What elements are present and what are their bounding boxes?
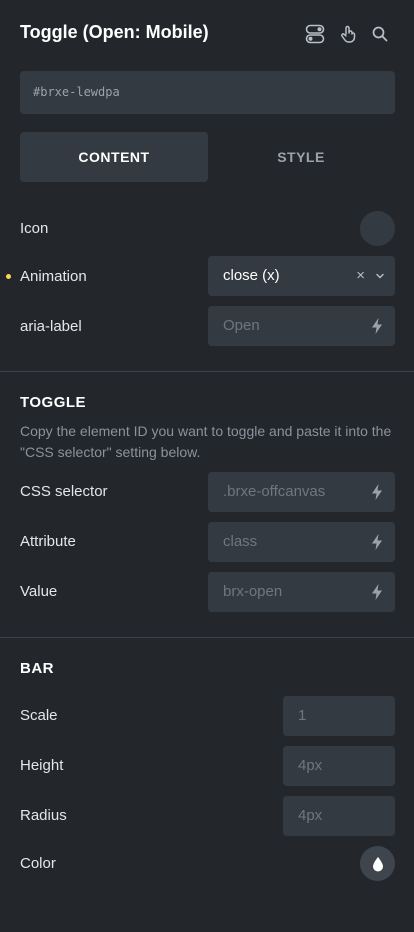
tab-content[interactable]: CONTENT bbox=[20, 132, 208, 182]
section-divider bbox=[0, 637, 414, 638]
height-label: Height bbox=[20, 757, 64, 774]
value-input[interactable]: brx-open bbox=[208, 572, 395, 612]
aria-label-label: aria-label bbox=[20, 318, 82, 335]
css-selector-placeholder: .brxe-offcanvas bbox=[223, 483, 326, 500]
panel-tabs: CONTENT STYLE bbox=[20, 132, 395, 182]
icon-picker-button[interactable] bbox=[360, 211, 395, 246]
hand-pointer-icon[interactable] bbox=[337, 23, 359, 45]
modified-indicator-dot bbox=[6, 274, 11, 279]
clear-icon[interactable]: × bbox=[356, 256, 365, 296]
radius-label: Radius bbox=[20, 807, 67, 824]
panel-header: Toggle (Open: Mobile) bbox=[0, 0, 414, 68]
animation-label: Animation bbox=[20, 268, 87, 285]
radius-input[interactable]: 4px bbox=[283, 796, 395, 836]
panel-title: Toggle (Open: Mobile) bbox=[20, 22, 209, 42]
animation-select[interactable]: close (x) × bbox=[208, 256, 395, 296]
icon-label: Icon bbox=[20, 220, 49, 237]
toggle-switch-icon[interactable] bbox=[304, 23, 326, 45]
tab-style[interactable]: STYLE bbox=[207, 132, 395, 182]
bar-section-title: BAR bbox=[20, 660, 54, 677]
element-id-field[interactable]: #brxe-lewdpa bbox=[20, 71, 395, 114]
chevron-down-icon bbox=[376, 273, 384, 279]
animation-select-value: close (x) bbox=[223, 267, 280, 284]
toggle-description: Copy the element ID you want to toggle a… bbox=[20, 423, 392, 460]
scale-label: Scale bbox=[20, 707, 58, 724]
aria-label-input[interactable]: Open bbox=[208, 306, 395, 346]
attribute-placeholder: class bbox=[223, 533, 258, 550]
color-label: Color bbox=[20, 855, 56, 872]
droplet-icon bbox=[372, 856, 383, 871]
color-picker-button[interactable] bbox=[360, 846, 395, 881]
aria-label-placeholder: Open bbox=[223, 317, 260, 334]
attribute-input[interactable]: class bbox=[208, 522, 395, 562]
dynamic-data-icon[interactable] bbox=[370, 583, 384, 601]
section-divider bbox=[0, 371, 414, 372]
search-icon[interactable] bbox=[369, 23, 391, 45]
dynamic-data-icon[interactable] bbox=[370, 317, 384, 335]
css-selector-label: CSS selector bbox=[20, 483, 108, 500]
height-input[interactable]: 4px bbox=[283, 746, 395, 786]
value-placeholder: brx-open bbox=[223, 583, 283, 600]
dynamic-data-icon[interactable] bbox=[370, 483, 384, 501]
scale-input[interactable]: 1 bbox=[283, 696, 395, 736]
attribute-label: Attribute bbox=[20, 533, 76, 550]
dynamic-data-icon[interactable] bbox=[370, 533, 384, 551]
toggle-section-title: TOGGLE bbox=[20, 394, 87, 411]
css-selector-input[interactable]: .brxe-offcanvas bbox=[208, 472, 395, 512]
value-label: Value bbox=[20, 583, 58, 600]
